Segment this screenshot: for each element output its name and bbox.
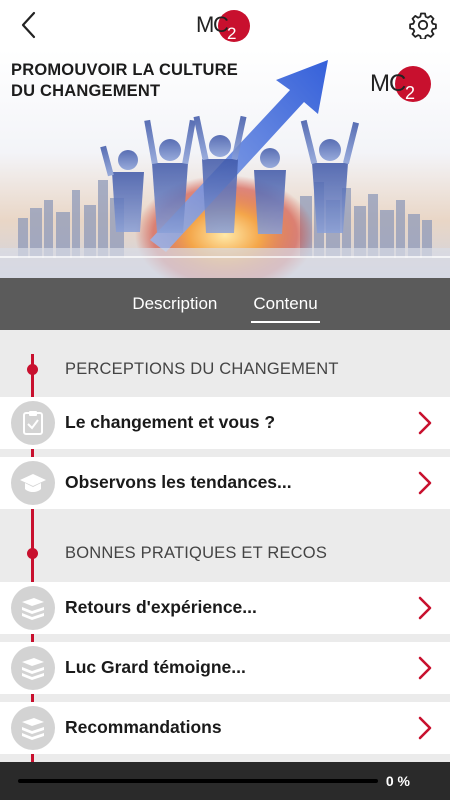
progress-bar-footer: 0 % <box>0 762 450 800</box>
list-item-retours[interactable]: Retours d'expérience... <box>0 582 450 634</box>
svg-text:C: C <box>389 70 406 97</box>
item-label: Recommandations <box>65 717 222 737</box>
item-label: Retours d'expérience... <box>65 597 257 617</box>
section-title: PERCEPTIONS DU CHANGEMENT <box>65 360 339 378</box>
tab-bar: Description Contenu <box>0 278 450 330</box>
list-item-observons[interactable]: Observons les tendances... <box>0 457 450 509</box>
books-icon <box>22 658 44 680</box>
tab-contenu[interactable]: Contenu <box>251 278 320 330</box>
item-icon-circle <box>11 461 55 505</box>
books-icon <box>22 718 44 740</box>
settings-button[interactable] <box>406 8 440 42</box>
item-icon-circle <box>11 401 55 445</box>
item-icon-circle <box>11 706 55 750</box>
hero-title-line-1: PROMOUVOIR LA CULTURE <box>11 61 238 79</box>
chevron-right-icon <box>418 656 432 680</box>
clipboard-check-icon <box>23 411 43 435</box>
chevron-left-icon <box>21 11 36 39</box>
hero-mc2-logo: M C 2 <box>370 66 431 103</box>
app-screen: M C 2 PROMOUVOIR LA CULTURE DU CHANGEMEN… <box>0 0 450 800</box>
item-icon-circle <box>11 646 55 690</box>
item-label: Luc Grard témoigne... <box>65 657 246 677</box>
progress-track <box>18 779 378 783</box>
chevron-right-icon <box>418 411 432 435</box>
hero-title-line-2: DU CHANGEMENT <box>11 82 161 100</box>
tab-description[interactable]: Description <box>132 278 217 330</box>
item-label: Observons les tendances... <box>65 472 292 492</box>
back-button[interactable] <box>12 8 46 42</box>
hero-banner: PROMOUVOIR LA CULTURE DU CHANGEMENT M C … <box>0 50 450 278</box>
gear-icon <box>409 12 437 39</box>
svg-text:M: M <box>370 70 390 97</box>
section-header-bonnes-pratiques: BONNES PRATIQUES ET RECOS <box>0 533 450 575</box>
chevron-right-icon <box>418 596 432 620</box>
section-header-perceptions: PERCEPTIONS DU CHANGEMENT <box>0 349 450 391</box>
progress-percent: 0 % <box>385 773 410 789</box>
chevron-right-icon <box>418 716 432 740</box>
top-bar: M C 2 <box>0 0 450 50</box>
chevron-right-icon <box>418 471 432 495</box>
list-item-recommandations[interactable]: Recommandations <box>0 702 450 754</box>
graduation-cap-icon <box>20 474 46 492</box>
svg-text:M: M <box>196 12 214 37</box>
timeline-dot <box>27 548 38 559</box>
mc2-logo: M C 2 <box>196 10 250 43</box>
item-icon-circle <box>11 586 55 630</box>
hero-title: PROMOUVOIR LA CULTURE DU CHANGEMENT <box>11 60 251 102</box>
section-title: BONNES PRATIQUES ET RECOS <box>65 544 328 562</box>
content-list[interactable]: PERCEPTIONS DU CHANGEMENT Le changement … <box>0 330 450 762</box>
books-icon <box>22 598 44 620</box>
list-item-luc-grard[interactable]: Luc Grard témoigne... <box>0 642 450 694</box>
list-item-le-changement[interactable]: Le changement et vous ? <box>0 397 450 449</box>
svg-text:2: 2 <box>405 83 415 103</box>
item-label: Le changement et vous ? <box>65 412 276 432</box>
timeline-dot <box>27 364 38 375</box>
svg-text:2: 2 <box>227 24 236 43</box>
